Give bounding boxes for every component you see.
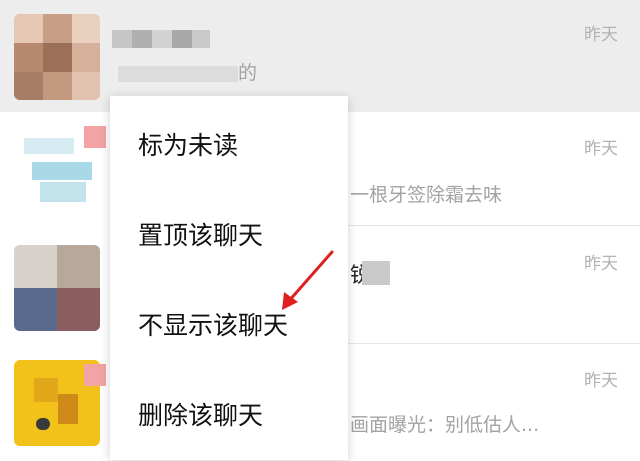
preview-blurred <box>362 261 390 285</box>
preview-blurred <box>118 62 238 84</box>
unread-badge <box>84 364 106 386</box>
contact-name-blurred <box>112 26 212 52</box>
contact-avatar <box>14 14 100 100</box>
menu-item-delete-chat[interactable]: 删除该聊天 <box>110 371 348 461</box>
menu-item-mark-unread[interactable]: 标为未读 <box>110 101 348 191</box>
chat-time: 昨天 <box>584 139 618 159</box>
chat-preview-text: 画面曝光：别低估人... <box>350 414 540 436</box>
chat-time: 昨天 <box>584 254 618 274</box>
chat-time: 昨天 <box>584 371 618 391</box>
unread-badge <box>84 126 106 148</box>
chat-preview-text: 一根牙签除霜去味 <box>350 184 503 206</box>
chat-preview-text: 的 <box>238 62 258 84</box>
annotation-arrow-icon <box>282 250 334 310</box>
contact-avatar <box>14 245 100 331</box>
chat-time: 昨天 <box>584 25 618 45</box>
